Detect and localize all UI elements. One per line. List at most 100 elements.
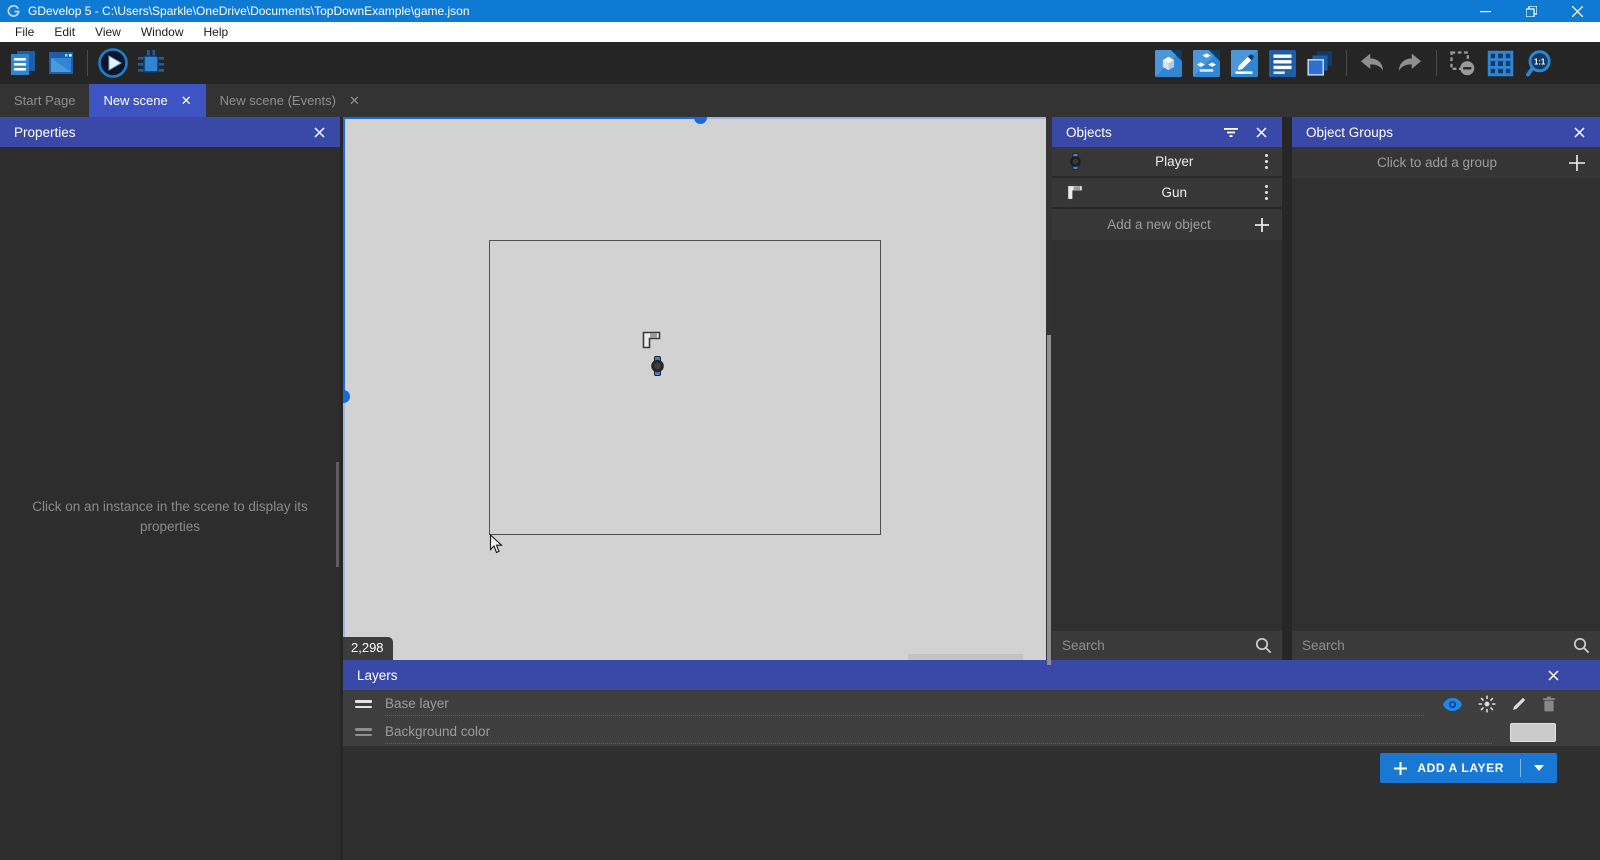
open-layers-editor-icon[interactable]: [1304, 47, 1336, 79]
plus-icon[interactable]: [1568, 154, 1586, 172]
scene-editor-icon[interactable]: [45, 47, 77, 79]
open-object-groups-editor-icon[interactable]: [1190, 47, 1222, 79]
add-layer-label: ADD A LAYER: [1417, 761, 1504, 775]
properties-panel-body: Click on an instance in the scene to dis…: [0, 147, 340, 860]
tab-close-icon[interactable]: ✕: [349, 94, 360, 107]
layer-row-background-color[interactable]: [343, 718, 1600, 746]
layer-effects-icon[interactable]: [1478, 695, 1496, 713]
menu-window[interactable]: Window: [131, 22, 194, 42]
canvas-right-scrollbar: [1046, 117, 1052, 665]
main-area: Properties Click on an instance in the s…: [0, 117, 1600, 860]
groups-search-bar: [1292, 631, 1600, 660]
plus-icon[interactable]: [1254, 217, 1270, 233]
minimize-button[interactable]: [1462, 0, 1508, 22]
scrollbar-thumb[interactable]: [1047, 335, 1051, 665]
tab-label: New scene: [103, 93, 168, 108]
open-objects-editor-icon[interactable]: [1152, 47, 1184, 79]
close-icon[interactable]: [1546, 668, 1560, 682]
objects-panel: Objects Player Gun Add a new object Sear…: [1052, 117, 1282, 660]
project-manager-icon[interactable]: [7, 47, 39, 79]
scene-editor: 2,298: [343, 117, 1052, 665]
object-row-gun[interactable]: Gun: [1052, 178, 1282, 209]
open-instances-list-icon[interactable]: [1266, 47, 1298, 79]
close-icon[interactable]: [312, 125, 326, 139]
window-controls: [1462, 0, 1600, 22]
tab-new-scene[interactable]: New scene ✕: [89, 84, 206, 117]
menu-help[interactable]: Help: [194, 22, 239, 42]
tab-close-icon[interactable]: ✕: [181, 94, 192, 107]
player-object-icon: [1062, 153, 1088, 170]
objects-search-input[interactable]: [1062, 638, 1255, 653]
add-new-object-label: Add a new object: [1107, 217, 1211, 232]
search-icon: [1255, 637, 1272, 654]
properties-panel: Properties Click on an instance in the s…: [0, 117, 340, 860]
tab-label: New scene (Events): [219, 93, 336, 108]
add-new-object-row[interactable]: Add a new object: [1052, 209, 1282, 240]
restore-button[interactable]: [1508, 0, 1554, 22]
object-menu-icon[interactable]: [1261, 153, 1273, 170]
plus-icon: [1393, 761, 1408, 776]
gdevelop-window: GDevelop 5 - C:\Users\Sparkle\OneDrive\D…: [0, 0, 1600, 860]
layer-edit-pencil-icon[interactable]: [1511, 696, 1527, 712]
gun-instance[interactable]: [642, 331, 661, 349]
close-button[interactable]: [1554, 0, 1600, 22]
titlebar: GDevelop 5 - C:\Users\Sparkle\OneDrive\D…: [0, 0, 1600, 22]
layer-row-base[interactable]: [343, 690, 1600, 718]
canvas-hscroll-dot[interactable]: [694, 117, 707, 124]
drag-handle-icon[interactable]: [355, 700, 372, 708]
scene-canvas[interactable]: 2,298: [343, 117, 1046, 660]
grid-icon[interactable]: [1484, 47, 1516, 79]
toolbar-separator: [1436, 50, 1437, 76]
properties-panel-title: Properties: [14, 124, 76, 140]
object-row-player[interactable]: Player: [1052, 147, 1282, 178]
close-icon[interactable]: [1572, 125, 1586, 139]
objects-search-bar: [1052, 631, 1282, 660]
canvas-bottom-scrollbar-thumb[interactable]: [908, 654, 1023, 660]
redo-icon[interactable]: [1394, 47, 1426, 79]
layer-name-field[interactable]: [385, 692, 1424, 716]
open-properties-icon[interactable]: [1228, 47, 1260, 79]
canvas-vscroll-track: [343, 117, 345, 660]
gdevelop-logo-icon: [7, 4, 21, 18]
layer-delete-trash-icon[interactable]: [1542, 696, 1556, 712]
undo-icon[interactable]: [1356, 47, 1388, 79]
add-group-row[interactable]: Click to add a group: [1292, 147, 1600, 178]
menu-view[interactable]: View: [85, 22, 131, 42]
player-instance[interactable]: [650, 356, 665, 376]
visibility-eye-icon[interactable]: [1442, 697, 1463, 712]
toolbar-separator: [87, 50, 88, 76]
add-group-label: Click to add a group: [1376, 155, 1498, 170]
search-icon: [1573, 637, 1590, 654]
filter-icon[interactable]: [1224, 125, 1238, 139]
window-title: GDevelop 5 - C:\Users\Sparkle\OneDrive\D…: [28, 4, 470, 18]
tab-new-scene-events[interactable]: New scene (Events) ✕: [206, 84, 374, 117]
objects-panel-header: Objects: [1052, 117, 1282, 147]
tab-start-page[interactable]: Start Page: [0, 84, 89, 117]
capture-mask-icon[interactable]: [1446, 47, 1478, 79]
main-toolbar: 1:1: [0, 42, 1600, 84]
scrollbar-thumb[interactable]: [336, 462, 339, 567]
drag-handle-icon[interactable]: [355, 728, 372, 736]
background-color-swatch[interactable]: [1510, 722, 1556, 742]
layer-name-field[interactable]: [385, 720, 1492, 744]
menu-edit[interactable]: Edit: [44, 22, 85, 42]
canvas-vscroll-dot[interactable]: [343, 390, 350, 403]
close-icon[interactable]: [1254, 125, 1268, 139]
menubar: File Edit View Window Help: [0, 22, 1600, 42]
add-layer-button[interactable]: ADD A LAYER: [1380, 753, 1557, 783]
play-preview-icon[interactable]: [97, 47, 129, 79]
zoom-1-1-icon[interactable]: 1:1: [1522, 47, 1554, 79]
groups-search-input[interactable]: [1302, 638, 1573, 653]
object-name: Gun: [1161, 185, 1188, 200]
object-groups-panel-header: Object Groups: [1292, 117, 1600, 147]
layers-panel-header: Layers: [343, 660, 1600, 690]
chevron-down-icon[interactable]: [1521, 765, 1557, 771]
menu-file[interactable]: File: [5, 22, 44, 42]
object-menu-icon[interactable]: [1261, 184, 1273, 201]
game-window-bounds: [489, 240, 881, 535]
layers-panel: Layers Base layer Background color ADD A…: [343, 660, 1600, 860]
svg-text:1:1: 1:1: [1533, 57, 1545, 66]
mouse-cursor: [489, 534, 503, 554]
debug-icon[interactable]: [135, 47, 167, 79]
add-layer-bar: ADD A LAYER: [343, 746, 1600, 783]
